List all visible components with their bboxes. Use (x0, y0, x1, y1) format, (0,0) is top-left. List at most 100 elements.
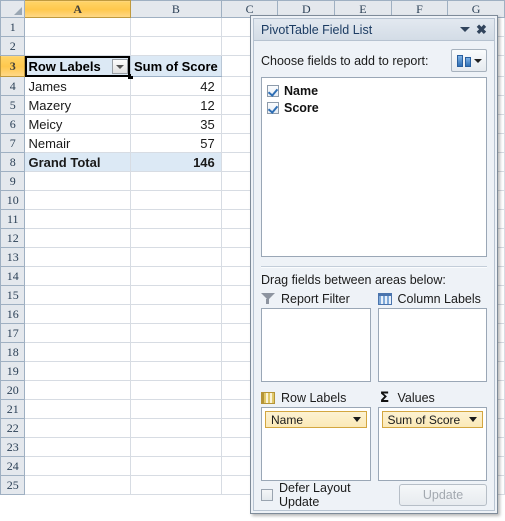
cell-a16[interactable] (24, 304, 131, 324)
area-row-labels-box[interactable]: Name (261, 407, 371, 481)
row-header-6[interactable]: 6 (0, 114, 26, 134)
cell-b16[interactable] (130, 304, 222, 324)
field-item-score[interactable]: Score (265, 99, 483, 116)
cell-b21[interactable] (130, 399, 222, 419)
row-header-7[interactable]: 7 (0, 133, 26, 153)
chevron-down-icon[interactable] (352, 417, 361, 422)
cell-b9[interactable] (130, 171, 222, 191)
cell-b25[interactable] (130, 475, 222, 495)
pivot-label-james[interactable]: James (24, 76, 131, 96)
defer-layout-update-checkbox[interactable] (261, 489, 273, 501)
pivottable-field-list-panel[interactable]: PivotTable Field List ✖ Choose fields to… (250, 15, 498, 514)
pivot-grand-total-label[interactable]: Grand Total (24, 152, 131, 172)
row-header-24[interactable]: 24 (0, 456, 26, 476)
row-header-19[interactable]: 19 (0, 361, 26, 381)
field-list-box[interactable]: Name Score (261, 77, 487, 257)
row-header-8[interactable]: 8 (0, 152, 26, 172)
cell-a25[interactable] (24, 475, 131, 495)
panel-titlebar[interactable]: PivotTable Field List ✖ (254, 19, 494, 41)
row-header-4[interactable]: 4 (0, 76, 26, 96)
cell-b10[interactable] (130, 190, 222, 210)
field-pill-sum-of-score[interactable]: Sum of Score (381, 411, 483, 428)
cell-a20[interactable] (24, 380, 131, 400)
cell-a18[interactable] (24, 342, 131, 362)
pivot-row-labels-header[interactable]: Row Labels (24, 55, 133, 79)
cell-a22[interactable] (24, 418, 131, 438)
pivot-value-mazery[interactable]: 12 (130, 95, 222, 115)
cell-b13[interactable] (130, 247, 222, 267)
cell-a2[interactable] (24, 36, 131, 56)
defer-layout-update-row[interactable]: Defer Layout Update (261, 481, 393, 509)
field-item-name[interactable]: Name (265, 82, 483, 99)
row-header-15[interactable]: 15 (0, 285, 26, 305)
cell-b23[interactable] (130, 437, 222, 457)
cell-a11[interactable] (24, 209, 131, 229)
cell-a24[interactable] (24, 456, 131, 476)
pivot-value-nemair[interactable]: 57 (130, 133, 222, 153)
cell-a21[interactable] (24, 399, 131, 419)
cell-a9[interactable] (24, 171, 131, 191)
cell-a15[interactable] (24, 285, 131, 305)
cell-a10[interactable] (24, 190, 131, 210)
row-header-20[interactable]: 20 (0, 380, 26, 400)
cell-a1[interactable] (24, 17, 131, 37)
pivot-grand-total-value[interactable]: 146 (130, 152, 222, 172)
update-button[interactable]: Update (399, 484, 487, 506)
cell-b14[interactable] (130, 266, 222, 286)
area-report-filter-box[interactable] (261, 308, 371, 382)
cell-b12[interactable] (130, 228, 222, 248)
cell-a14[interactable] (24, 266, 131, 286)
pivot-label-meicy[interactable]: Meicy (24, 114, 131, 134)
row-header-11[interactable]: 11 (0, 209, 26, 229)
row-header-12[interactable]: 12 (0, 228, 26, 248)
cell-b24[interactable] (130, 456, 222, 476)
cell-b22[interactable] (130, 418, 222, 438)
pivot-value-meicy[interactable]: 35 (130, 114, 222, 134)
cell-b15[interactable] (130, 285, 222, 305)
row-header-2[interactable]: 2 (0, 36, 26, 56)
row-header-3[interactable]: 3 (0, 55, 26, 77)
column-header-a[interactable]: A (24, 0, 131, 18)
area-values-box[interactable]: Sum of Score (377, 407, 487, 481)
cell-b17[interactable] (130, 323, 222, 343)
select-all-corner[interactable] (0, 0, 26, 18)
row-header-14[interactable]: 14 (0, 266, 26, 286)
row-header-21[interactable]: 21 (0, 399, 26, 419)
cell-b18[interactable] (130, 342, 222, 362)
area-column-labels-box[interactable] (377, 308, 487, 382)
field-checkbox-name[interactable] (267, 84, 279, 97)
row-header-16[interactable]: 16 (0, 304, 26, 324)
panel-minimize-button[interactable] (456, 21, 473, 38)
row-header-10[interactable]: 10 (0, 190, 26, 210)
column-header-b[interactable]: B (129, 0, 222, 18)
chevron-down-icon[interactable] (469, 417, 477, 422)
cell-a19[interactable] (24, 361, 131, 381)
pivot-value-james[interactable]: 42 (130, 76, 222, 96)
cell-b1[interactable] (130, 17, 222, 37)
field-list-view-button[interactable] (451, 49, 487, 72)
row-header-9[interactable]: 9 (0, 171, 26, 191)
cell-b2[interactable] (130, 36, 222, 56)
field-checkbox-score[interactable] (267, 101, 279, 114)
cell-a12[interactable] (24, 228, 131, 248)
field-pill-name[interactable]: Name (265, 411, 367, 428)
cell-a13[interactable] (24, 247, 131, 267)
cell-a17[interactable] (24, 323, 131, 343)
pivot-label-mazery[interactable]: Mazery (24, 95, 131, 115)
row-header-5[interactable]: 5 (0, 95, 26, 115)
cell-b20[interactable] (130, 380, 222, 400)
pivot-value-header[interactable]: Sum of Score (130, 55, 222, 77)
row-header-23[interactable]: 23 (0, 437, 26, 457)
cell-b11[interactable] (130, 209, 222, 229)
row-header-1[interactable]: 1 (0, 17, 26, 37)
cell-b19[interactable] (130, 361, 222, 381)
row-header-25[interactable]: 25 (0, 475, 26, 495)
row-header-17[interactable]: 17 (0, 323, 26, 343)
row-header-22[interactable]: 22 (0, 418, 26, 438)
pivot-label-nemair[interactable]: Nemair (24, 133, 131, 153)
filter-dropdown-icon[interactable] (111, 59, 128, 74)
panel-close-button[interactable]: ✖ (473, 21, 490, 38)
row-header-18[interactable]: 18 (0, 342, 26, 362)
cell-a23[interactable] (24, 437, 131, 457)
row-header-13[interactable]: 13 (0, 247, 26, 267)
